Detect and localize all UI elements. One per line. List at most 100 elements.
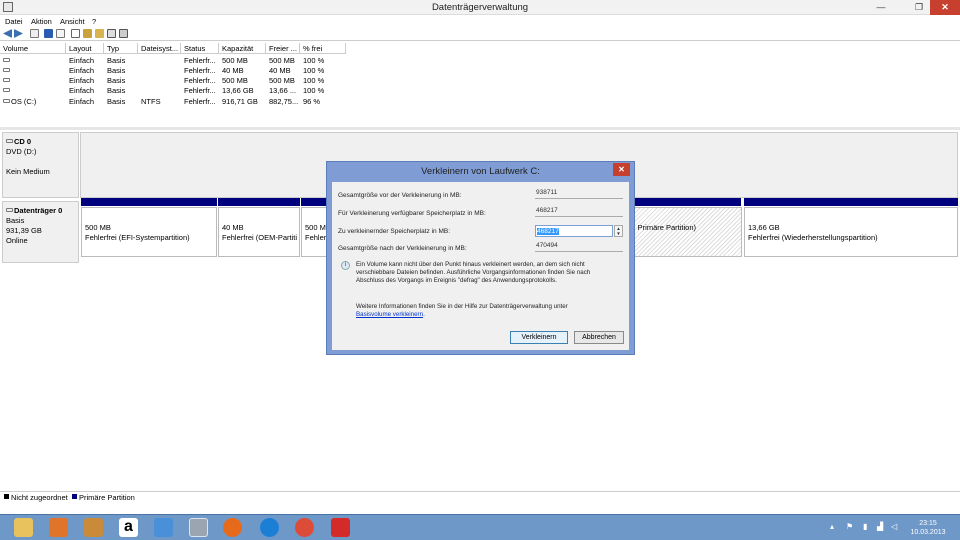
- disk-status: Online: [6, 236, 28, 245]
- table-row[interactable]: [0, 56, 66, 66]
- cd-media-status: Kein Medium: [6, 167, 50, 176]
- total-before-value: 938711: [535, 188, 623, 199]
- chrome-icon[interactable]: [295, 518, 314, 537]
- volume-icon[interactable]: ◁: [891, 522, 897, 531]
- shrink-amount-spinner[interactable]: ▲ ▼: [614, 225, 623, 237]
- dialog-title: Verkleinern von Laufwerk C:: [421, 166, 540, 177]
- volume-list: Volume Layout Typ Dateisyst... Status Ka…: [0, 43, 960, 127]
- cell-layout: Einfach: [69, 86, 95, 95]
- help-link[interactable]: Basisvolume verkleinern: [356, 311, 423, 318]
- console-tree-icon[interactable]: [30, 29, 39, 38]
- network-icon[interactable]: ▟: [877, 522, 883, 531]
- partition-efi[interactable]: 500 MB Fehlerfrei (EFI-Systempartition): [81, 207, 217, 257]
- partition-os[interactable]: ), Primäre Partition): [627, 207, 742, 257]
- info-icon: i: [341, 261, 350, 270]
- cell-typ: Basis: [107, 76, 126, 85]
- menu-ansicht[interactable]: Ansicht: [60, 17, 85, 26]
- volume-icon: [3, 68, 10, 72]
- view-icon[interactable]: [56, 29, 65, 38]
- cell-free: 13,66 ...: [269, 86, 297, 95]
- menu-bar: Datei Aktion Ansicht ?: [0, 15, 960, 27]
- open-folder-icon[interactable]: [95, 29, 104, 38]
- menu-help[interactable]: ?: [92, 17, 96, 26]
- title-bar: Datenträgerverwaltung — ❐ ✕: [0, 0, 960, 15]
- cell-percent-free: 100 %: [303, 76, 325, 85]
- unallocated-swatch: [4, 494, 9, 499]
- col-volume[interactable]: Volume: [0, 43, 66, 54]
- legend-primary: Primäre Partition: [79, 493, 135, 502]
- cell-status: Fehlerfr...: [184, 86, 216, 95]
- app-icon-2[interactable]: [84, 518, 103, 537]
- firefox-icon[interactable]: [223, 518, 242, 537]
- table-row[interactable]: OS (C:): [0, 97, 66, 107]
- cell-filesystem: [138, 76, 181, 86]
- cell-typ: Basis: [107, 66, 126, 75]
- table-row[interactable]: [0, 66, 66, 76]
- partition-stripe: [744, 198, 958, 206]
- amazon-icon[interactable]: a: [119, 518, 138, 537]
- safari-icon[interactable]: [260, 518, 279, 537]
- partition-third[interactable]: 500 M Fehlerf: [301, 207, 327, 257]
- cd-drive-icon: [6, 139, 13, 143]
- clock[interactable]: 23:15 10.03.2013: [902, 519, 954, 537]
- back-icon[interactable]: [3, 29, 12, 38]
- partition-oem[interactable]: 40 MB Fehlerfrei (OEM-Partiti: [218, 207, 300, 257]
- forward-icon[interactable]: [14, 29, 23, 38]
- cell-free: 40 MB: [269, 66, 291, 75]
- settings-icon[interactable]: [119, 29, 128, 38]
- cell-percent-free: 100 %: [303, 66, 325, 75]
- cell-filesystem: [138, 86, 181, 96]
- disk-management-taskbar-icon[interactable]: [189, 518, 208, 537]
- cell-free: 500 MB: [269, 56, 295, 65]
- partition-desc: Fehlerfrei (EFI-Systempartition): [85, 233, 190, 242]
- primary-swatch: [72, 494, 77, 499]
- partition-stripe: [218, 198, 300, 206]
- col-layout[interactable]: Layout: [66, 43, 104, 54]
- col-status[interactable]: Status: [181, 43, 219, 54]
- cell-capacity: 13,66 GB: [222, 86, 254, 95]
- col-filesystem[interactable]: Dateisyst...: [138, 43, 181, 54]
- battery-icon[interactable]: ▮: [863, 522, 867, 531]
- search-icon[interactable]: [107, 29, 116, 38]
- col-percent-free[interactable]: % frei: [300, 43, 346, 54]
- cancel-button[interactable]: Abbrechen: [574, 331, 624, 344]
- app-icon-1[interactable]: [49, 518, 68, 537]
- partition-stripe: [81, 198, 217, 206]
- col-typ[interactable]: Typ: [104, 43, 138, 54]
- menu-datei[interactable]: Datei: [5, 17, 23, 26]
- partition-recovery[interactable]: 13,66 GB Fehlerfrei (Wiederherstellungsp…: [744, 207, 958, 257]
- partition-size: 40 MB: [222, 223, 244, 232]
- remote-desktop-icon[interactable]: [154, 518, 173, 537]
- menu-aktion[interactable]: Aktion: [31, 17, 52, 26]
- dialog-body: Gesamtgröße vor der Verkleinerung in MB:…: [332, 182, 629, 350]
- cell-percent-free: 96 %: [303, 97, 321, 106]
- partition-desc: Fehlerf: [305, 233, 327, 242]
- maximize-button[interactable]: ❐: [906, 0, 932, 15]
- partition-desc: Fehlerfrei (OEM-Partiti: [222, 233, 298, 242]
- help-icon[interactable]: [44, 29, 53, 38]
- shrink-amount-input[interactable]: 468217: [535, 225, 613, 237]
- cell-filesystem: [138, 56, 181, 66]
- close-button[interactable]: ✕: [930, 0, 960, 15]
- clock-date: 10.03.2013: [910, 529, 946, 536]
- shrink-button[interactable]: Verkleinern: [510, 331, 568, 344]
- volume-icon: [3, 88, 10, 92]
- available-value: 468217: [535, 206, 623, 217]
- cd-name: CD 0: [14, 137, 32, 146]
- connect-icon[interactable]: [83, 29, 92, 38]
- flag-icon[interactable]: ⚑: [846, 522, 853, 531]
- col-free[interactable]: Freier ...: [266, 43, 300, 54]
- tray-expand-icon[interactable]: ▴: [830, 522, 834, 531]
- dialog-close-button[interactable]: ✕: [613, 163, 630, 176]
- disk-0-label[interactable]: Datenträger 0 Basis 931,39 GB Online: [2, 201, 79, 263]
- cell-typ: Basis: [107, 56, 126, 65]
- cell-layout: Einfach: [69, 97, 95, 106]
- col-capacity[interactable]: Kapazität: [219, 43, 266, 54]
- app-icon-3[interactable]: [331, 518, 350, 537]
- properties-icon[interactable]: [71, 29, 80, 38]
- cd-0-label[interactable]: CD 0 DVD (D:) Kein Medium: [2, 132, 79, 198]
- table-row[interactable]: [0, 86, 66, 96]
- table-row[interactable]: [0, 76, 66, 86]
- minimize-button[interactable]: —: [868, 0, 894, 15]
- file-explorer-icon[interactable]: [14, 518, 33, 537]
